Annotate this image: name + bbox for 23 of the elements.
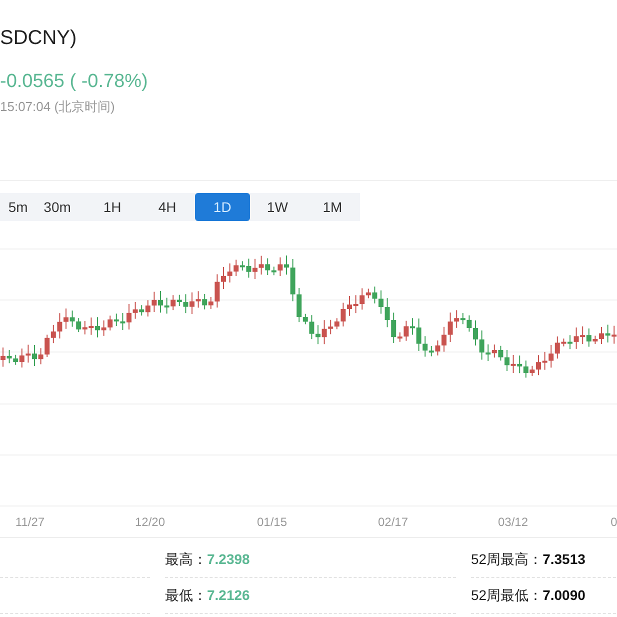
stat-label: 最低： [165,586,207,605]
timeframe-tab[interactable]: 30m [30,193,85,221]
axis-label: 03/12 [498,514,528,531]
axis-label: 02/17 [378,514,408,531]
axis-label: 01/15 [256,514,288,531]
stat-label: 最高： [165,550,207,569]
stat-value: 7.3513 [542,550,586,569]
timeframe-tab[interactable]: 1H [84,193,140,221]
axis-label: 0 [610,514,617,531]
timeframe-tab[interactable]: 4H [140,193,195,221]
timeframe-tab[interactable]: 5m [0,193,30,221]
timeframe-tab[interactable]: 1M [304,193,360,221]
pair-title: SDCNY) [0,27,77,49]
stat-label: 52周最高： [471,550,543,569]
stat-value: 7.2126 [207,586,250,605]
price-change: -0.0565 ( -0.78%) [0,71,148,92]
axis-label: 11/27 [15,514,45,531]
update-time: 15:07:04 (北京时间) [0,99,115,114]
stat-value: 7.0090 [542,586,586,605]
axis-label: 12/20 [134,514,166,531]
timeframe-tab[interactable]: 1W [250,193,305,221]
stat-label: 52周最低： [471,586,543,605]
stat-value: 7.2398 [207,550,250,569]
